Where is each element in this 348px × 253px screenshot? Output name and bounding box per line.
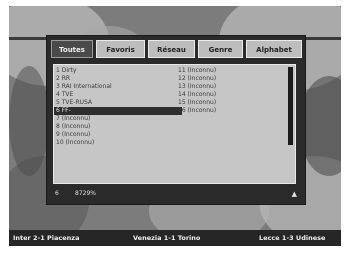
- channel-item[interactable]: 7 (Inconnu): [56, 115, 174, 123]
- channel-item-selected[interactable]: 6 FF-: [54, 107, 182, 115]
- list-scrollbar[interactable]: [288, 67, 293, 145]
- tv-screen: Toutes Favoris Réseau Genre Alphabet 1 D…: [9, 6, 341, 246]
- channel-item[interactable]: 16 (Inconnu): [178, 107, 288, 115]
- channel-column-right: 11 (Inconnu) 12 (Inconnu) 13 (Inconnu) 1…: [178, 67, 288, 115]
- tab-favoris[interactable]: Favoris: [96, 40, 145, 58]
- tab-toutes[interactable]: Toutes: [51, 40, 93, 58]
- channel-item[interactable]: 10 (Inconnu): [56, 139, 174, 147]
- score-item: Lecce 1-3 Udinese: [259, 234, 326, 242]
- tab-reseau[interactable]: Réseau: [148, 40, 195, 58]
- channel-item[interactable]: 12 (Inconnu): [178, 75, 288, 83]
- tab-genre[interactable]: Genre: [198, 40, 243, 58]
- channel-list-panel: Toutes Favoris Réseau Genre Alphabet 1 D…: [46, 35, 306, 205]
- channel-list: 1 Dirty 2 RR 3 RAI International 4 TVE 5…: [53, 64, 296, 184]
- lock-icon: ▲: [291, 190, 297, 198]
- channel-item[interactable]: 3 RAI International: [56, 83, 174, 91]
- channel-number: 6: [55, 190, 59, 197]
- score-item: Inter 2-1 Piacenza: [13, 234, 80, 242]
- score-item: Venezia 1-1 Torino: [133, 234, 201, 242]
- channel-item[interactable]: 1 Dirty: [56, 67, 174, 75]
- channel-item[interactable]: 4 TVE: [56, 91, 174, 99]
- score-ticker: Inter 2-1 Piacenza Venezia 1-1 Torino Le…: [9, 230, 341, 246]
- channel-code: 8729%: [75, 190, 96, 197]
- channel-item[interactable]: 11 (Inconnu): [178, 67, 288, 75]
- channel-item[interactable]: 5 TVE-RUSA: [56, 99, 174, 107]
- tab-alphabet[interactable]: Alphabet: [246, 40, 302, 58]
- background-texture: [9, 66, 49, 176]
- channel-item[interactable]: 15 (Inconnu): [178, 99, 288, 107]
- channel-item[interactable]: 2 RR: [56, 75, 174, 83]
- channel-item[interactable]: 9 (Inconnu): [56, 131, 174, 139]
- channel-item[interactable]: 13 (Inconnu): [178, 83, 288, 91]
- channel-column-left: 1 Dirty 2 RR 3 RAI International 4 TVE 5…: [54, 67, 182, 147]
- channel-info-bar: 6 8729% ▲: [53, 188, 303, 200]
- channel-item[interactable]: 14 (Inconnu): [178, 91, 288, 99]
- channel-item[interactable]: 8 (Inconnu): [56, 123, 174, 131]
